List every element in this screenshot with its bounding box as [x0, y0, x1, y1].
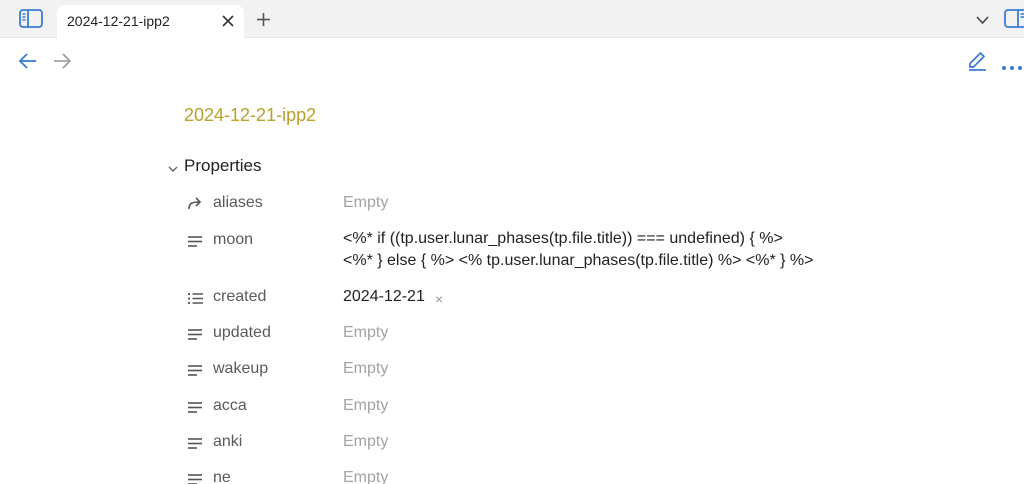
remove-icon[interactable]: ×	[435, 291, 443, 307]
property-value-line: <%* } else { %> <% tp.user.lunar_phases(…	[343, 252, 814, 269]
property-row-moon: moon <%* if ((tp.user.lunar_phases(tp.fi…	[186, 228, 886, 275]
property-row-updated: updated Empty	[186, 324, 886, 354]
property-key[interactable]: acca	[213, 397, 247, 415]
edit-pencil-icon[interactable]	[966, 50, 988, 72]
text-lines-icon	[186, 399, 204, 415]
left-sidebar-toggle-icon[interactable]	[19, 9, 43, 29]
more-options-icon[interactable]	[1001, 58, 1023, 70]
text-lines-icon	[186, 326, 204, 342]
list-icon	[186, 290, 204, 306]
close-icon[interactable]	[221, 14, 235, 28]
property-key[interactable]: moon	[213, 231, 253, 249]
property-key[interactable]: updated	[213, 324, 271, 342]
property-value[interactable]: Empty	[343, 469, 388, 484]
property-row-ne: ne Empty	[186, 469, 886, 484]
text-lines-icon	[186, 471, 204, 484]
property-row-acca: acca Empty	[186, 397, 886, 427]
right-sidebar-toggle-icon[interactable]	[1004, 9, 1024, 29]
property-key[interactable]: anki	[213, 433, 242, 451]
chevron-down-icon[interactable]	[167, 161, 179, 172]
property-value[interactable]: Empty	[343, 360, 388, 378]
chevron-down-icon[interactable]	[975, 13, 990, 25]
text-lines-icon	[186, 362, 204, 378]
property-row-wakeup: wakeup Empty	[186, 360, 886, 390]
property-row-aliases: aliases Empty	[186, 194, 886, 224]
property-value[interactable]: Empty	[343, 433, 388, 451]
text-lines-icon	[186, 435, 204, 451]
property-row-created: created 2024-12-21 ×	[186, 288, 886, 318]
new-tab-plus-icon[interactable]	[256, 12, 271, 27]
property-value-line: <%* if ((tp.user.lunar_phases(tp.file.ti…	[343, 230, 783, 247]
property-value[interactable]: Empty	[343, 324, 388, 342]
property-value[interactable]: Empty	[343, 397, 388, 415]
property-key[interactable]: created	[213, 288, 266, 306]
tab-bar: 2024-12-21-ipp2	[0, 0, 1024, 39]
properties-heading[interactable]: Properties	[184, 156, 261, 176]
forward-arrow-icon[interactable]	[52, 52, 72, 70]
note-title[interactable]: 2024-12-21-ipp2	[184, 105, 316, 126]
text-lines-icon	[186, 233, 204, 249]
property-value[interactable]: <%* if ((tp.user.lunar_phases(tp.file.ti…	[343, 228, 814, 272]
property-value[interactable]: Empty	[343, 194, 388, 212]
property-value: 2024-12-21 ×	[343, 288, 443, 307]
property-key[interactable]: wakeup	[213, 360, 268, 378]
tab-active[interactable]: 2024-12-21-ipp2	[57, 5, 244, 39]
date-pill[interactable]: 2024-12-21	[343, 288, 425, 305]
back-arrow-icon[interactable]	[18, 52, 38, 70]
property-key[interactable]: aliases	[213, 194, 263, 212]
alias-arrow-icon	[186, 196, 204, 212]
property-row-anki: anki Empty	[186, 433, 886, 463]
tab-title: 2024-12-21-ipp2	[67, 13, 170, 29]
property-key[interactable]: ne	[213, 469, 231, 484]
